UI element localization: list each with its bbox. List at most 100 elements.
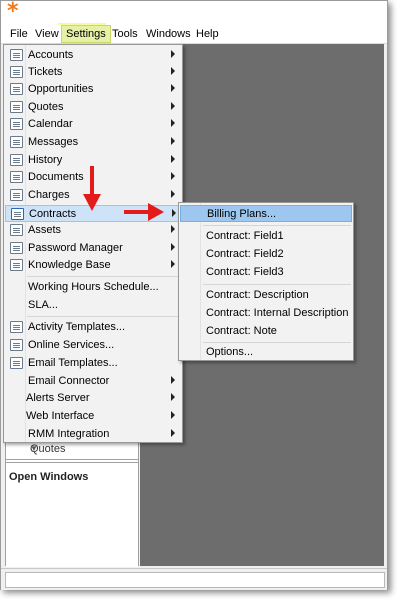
submenu-item-label: Contract: Note: [206, 325, 277, 337]
menu-item-label: Password Manager: [28, 242, 123, 254]
submenu-arrow-icon: [171, 393, 175, 401]
book-icon: [10, 259, 23, 271]
contracts-icon: [11, 208, 24, 220]
menu-item-rmm-integration[interactable]: RMM Integration: [5, 426, 181, 443]
submenu-item-field1[interactable]: Contract: Field1: [180, 228, 352, 245]
menu-item-activity-templates[interactable]: Activity Templates...: [5, 319, 181, 336]
submenu-arrow-icon: [171, 172, 175, 180]
menu-item-alerts-server[interactable]: Alerts Server: [5, 390, 181, 407]
menu-item-messages[interactable]: Messages: [5, 134, 181, 151]
submenu-arrow-icon: [171, 119, 175, 127]
submenu-arrow-icon: [171, 67, 175, 75]
menu-separator: [27, 316, 179, 317]
menu-item-quotes[interactable]: Quotes: [5, 99, 181, 116]
quotes-icon: [10, 101, 23, 113]
menu-item-calendar[interactable]: Calendar: [5, 116, 181, 133]
menu-bar: File View Settings Tools Windows Help: [1, 25, 387, 44]
settings-menu: Accounts Tickets Opportunities Quotes Ca…: [3, 44, 183, 443]
chevron-down-icon[interactable]: ▼: [30, 444, 134, 453]
asterisk-logo-icon: *: [7, 0, 19, 24]
menu-item-opportunities[interactable]: Opportunities: [5, 81, 181, 98]
status-bar: [1, 568, 387, 590]
menu-item-label: Quotes: [28, 101, 64, 113]
submenu-arrow-icon: [171, 376, 175, 384]
assets-icon: [10, 224, 23, 236]
menu-item-label: Email Connector: [28, 375, 110, 387]
submenu-item-internal-description[interactable]: Contract: Internal Description: [180, 305, 352, 322]
right-arrow-annotation-icon: [124, 203, 164, 221]
lock-icon: [10, 242, 23, 254]
menu-item-label: Working Hours Schedule...: [28, 281, 159, 293]
menu-item-label: History: [28, 154, 63, 166]
menu-item-sla[interactable]: SLA...: [5, 297, 181, 314]
menu-item-label: Online Services...: [28, 339, 115, 351]
menu-tools[interactable]: Tools: [108, 25, 142, 43]
menu-item-label: Documents: [28, 171, 84, 183]
menu-item-label: SLA...: [28, 299, 58, 311]
menu-separator: [27, 276, 179, 277]
menu-item-label: Web Interface: [26, 410, 95, 422]
submenu-item-billing-plans[interactable]: Billing Plans...: [180, 205, 352, 222]
menu-item-online-services[interactable]: Online Services...: [5, 337, 181, 354]
menu-item-label: Tickets: [28, 66, 63, 78]
submenu-item-label: Contract: Description: [206, 289, 309, 301]
documents-icon: [10, 171, 23, 183]
menu-item-label: Accounts: [28, 49, 74, 61]
templates-icon: [10, 321, 23, 333]
submenu-item-label: Options...: [206, 346, 254, 358]
menu-item-label: Contracts: [29, 208, 77, 220]
submenu-item-options[interactable]: Options...: [180, 344, 352, 361]
submenu-item-label: Contract: Internal Description: [206, 307, 349, 319]
submenu-arrow-icon: [171, 260, 175, 268]
menu-windows[interactable]: Windows: [142, 25, 195, 43]
submenu-arrow-icon: [171, 225, 175, 233]
title-bar: *: [1, 1, 387, 25]
submenu-arrow-icon: [171, 190, 175, 198]
menu-separator: [203, 284, 351, 285]
submenu-arrow-icon: [172, 209, 176, 217]
submenu-arrow-icon: [171, 102, 175, 110]
messages-icon: [10, 136, 23, 148]
menu-item-tickets[interactable]: Tickets: [5, 64, 181, 81]
rss-icon: [10, 339, 23, 351]
menu-item-assets[interactable]: Assets: [5, 222, 181, 239]
submenu-arrow-icon: [171, 84, 175, 92]
submenu-arrow-icon: [171, 155, 175, 163]
menu-item-label: Messages: [28, 136, 79, 148]
opportunities-icon: [10, 83, 23, 95]
menu-item-working-hours[interactable]: Working Hours Schedule...: [5, 279, 181, 296]
module-combo[interactable]: Quotes ▼: [6, 441, 138, 460]
menu-file[interactable]: File: [6, 25, 32, 43]
menu-item-password-manager[interactable]: Password Manager: [5, 240, 181, 257]
submenu-item-field3[interactable]: Contract: Field3: [180, 264, 352, 281]
submenu-arrow-icon: [171, 429, 175, 437]
submenu-item-description[interactable]: Contract: Description: [180, 287, 352, 304]
submenu-arrow-icon: [171, 243, 175, 251]
submenu-item-label: Billing Plans...: [207, 208, 277, 220]
history-icon: [10, 154, 23, 166]
submenu-arrow-icon: [171, 50, 175, 58]
down-arrow-annotation-icon: [83, 166, 101, 211]
menu-separator: [203, 225, 351, 226]
email-icon: [10, 357, 23, 369]
submenu-arrow-icon: [171, 411, 175, 419]
contracts-submenu: Billing Plans... Contract: Field1 Contra…: [178, 202, 354, 361]
menu-item-email-templates[interactable]: Email Templates...: [5, 355, 181, 372]
menu-view[interactable]: View: [31, 25, 63, 43]
submenu-item-note[interactable]: Contract: Note: [180, 323, 352, 340]
menu-item-web-interface[interactable]: Web Interface: [5, 408, 181, 425]
submenu-item-label: Contract: Field3: [206, 266, 284, 278]
menu-item-email-connector[interactable]: Email Connector: [5, 373, 181, 390]
submenu-item-field2[interactable]: Contract: Field2: [180, 246, 352, 263]
menu-item-accounts[interactable]: Accounts: [5, 47, 181, 64]
menu-help[interactable]: Help: [192, 25, 223, 43]
charges-icon: [10, 189, 23, 201]
menu-settings[interactable]: Settings: [61, 25, 111, 43]
menu-item-label: Email Templates...: [28, 357, 118, 369]
open-windows-label: Open Windows: [9, 471, 89, 483]
open-windows-panel: Open Windows: [6, 462, 138, 567]
menu-item-label: Opportunities: [28, 83, 94, 95]
calendar-icon: [10, 118, 23, 130]
menu-item-label: Knowledge Base: [28, 259, 111, 271]
menu-item-knowledge-base[interactable]: Knowledge Base: [5, 257, 181, 274]
